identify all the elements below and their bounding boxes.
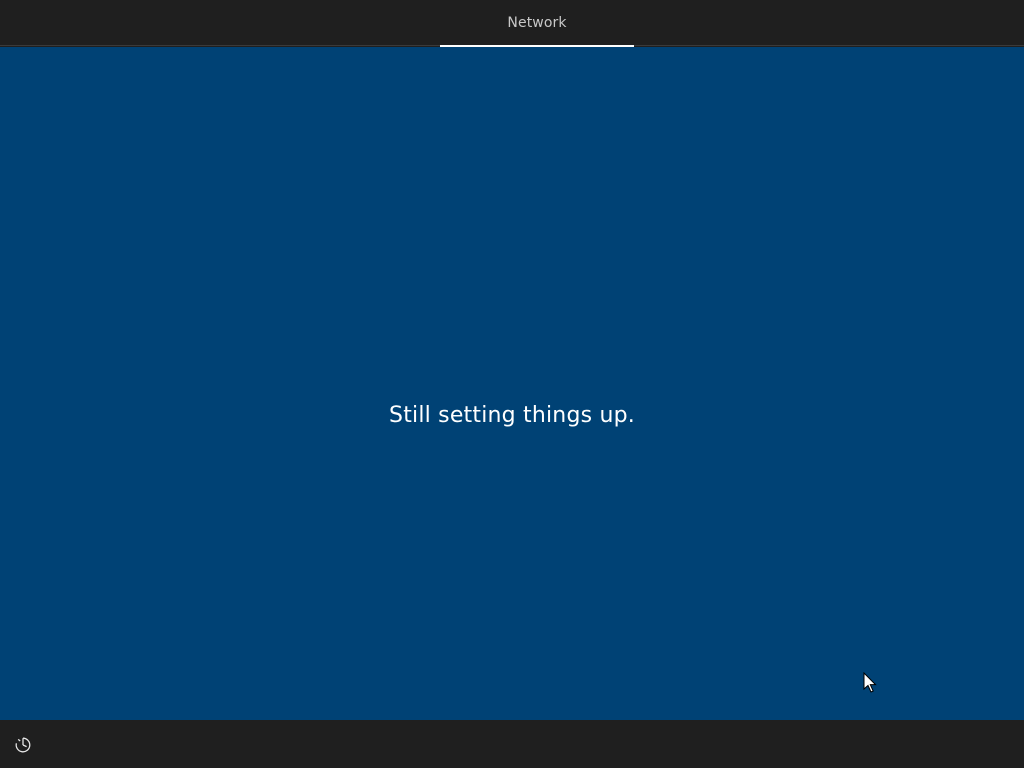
mouse-pointer-icon xyxy=(863,672,877,693)
step-network: Network xyxy=(440,0,634,46)
top-progress-bar: Network xyxy=(0,0,1024,47)
ease-of-access-button[interactable] xyxy=(12,734,34,756)
setup-panel: Still setting things up. xyxy=(0,47,1024,720)
status-message: Still setting things up. xyxy=(389,403,635,428)
ease-of-access-icon xyxy=(15,737,31,753)
bottom-bar xyxy=(0,720,1024,768)
step-network-label: Network xyxy=(507,15,567,31)
